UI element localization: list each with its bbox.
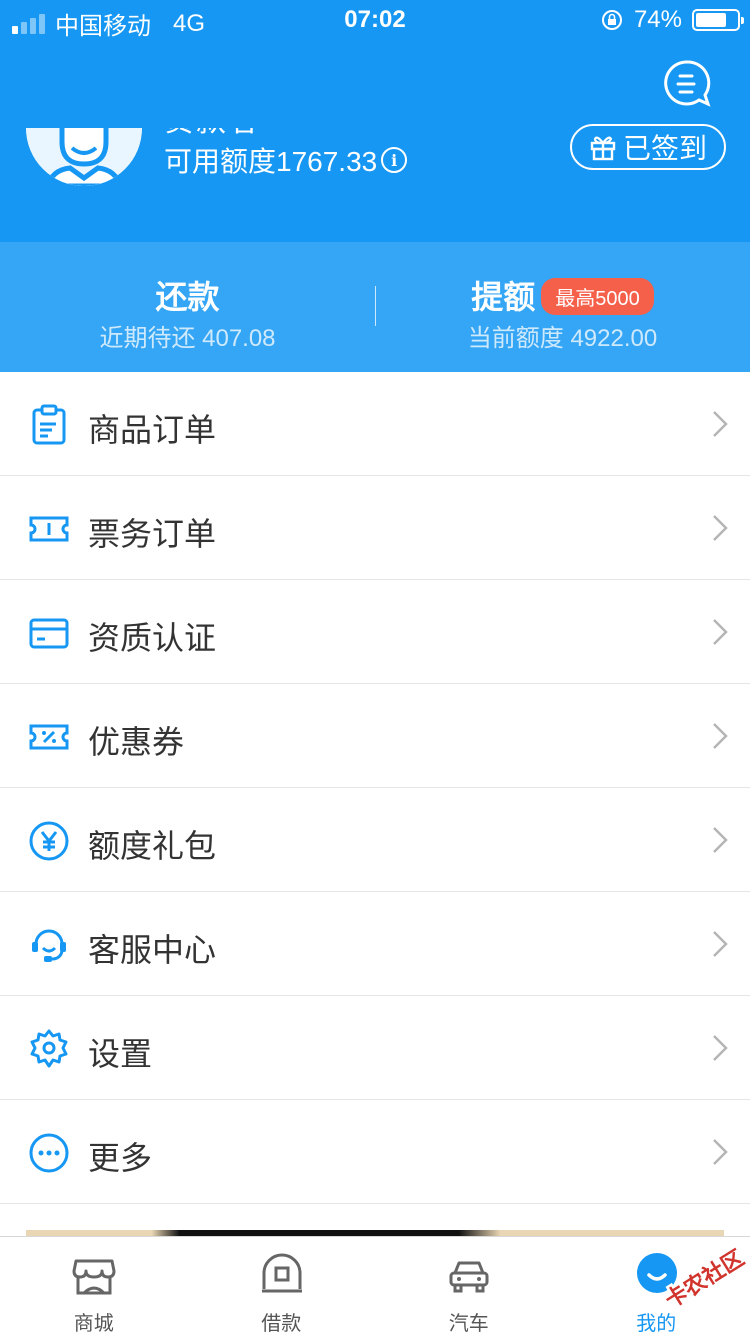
available-credit: 可用额度1767.33 i	[164, 140, 408, 180]
repay-subtitle: 近期待还 407.08	[99, 325, 276, 352]
store-icon	[72, 1259, 116, 1295]
avatar[interactable]	[26, 128, 142, 186]
watermark-text: 卡农社区	[660, 1245, 748, 1314]
menu-item-more[interactable]: 更多	[0, 1100, 750, 1204]
tab-label: 商城	[73, 1313, 114, 1334]
menu-list: 商品订单 票务订单 资质认证 优惠券 额度礼包 客服中心 设置 更多	[0, 372, 750, 1204]
tab-label: 借款	[261, 1313, 302, 1334]
info-icon[interactable]: i	[381, 147, 408, 173]
tab-loan[interactable]: 借款	[188, 1237, 376, 1334]
menu-item-label: 商品订单	[88, 412, 217, 448]
chevron-right-icon	[713, 1035, 728, 1061]
tab-mall[interactable]: 商城	[0, 1237, 188, 1334]
status-bar: 中国移动 4G 07:02 74%	[0, 0, 750, 40]
gear-icon	[30, 1029, 68, 1068]
raise-badge: 最高5000	[541, 278, 654, 316]
menu-item-label: 资质认证	[88, 620, 217, 656]
battery-icon	[692, 9, 744, 31]
chevron-right-icon	[713, 723, 728, 749]
chevron-right-icon	[713, 1139, 728, 1165]
menu-item-label: 额度礼包	[88, 828, 217, 864]
menu-item-label: 优惠券	[88, 724, 185, 760]
headset-icon	[32, 929, 66, 962]
clipboard-icon	[32, 404, 66, 445]
tab-car[interactable]: 汽车	[375, 1237, 563, 1334]
action-divider	[375, 286, 376, 326]
car-icon	[449, 1261, 489, 1293]
tab-label: 汽车	[448, 1313, 489, 1334]
watermark-logo: 卡农社区 卡农社区	[658, 1243, 750, 1314]
raise-title: 提额	[471, 279, 536, 315]
loan-icon	[261, 1253, 302, 1293]
chevron-right-icon	[713, 515, 728, 541]
battery-percent: 74%	[633, 6, 682, 33]
gift-icon	[590, 136, 616, 161]
menu-item-product-orders[interactable]: 商品订单	[0, 372, 750, 476]
menu-item-label: 设置	[88, 1036, 153, 1072]
username: 贷款者	[164, 105, 260, 138]
raise-limit-action[interactable]: 提额 最高5000 当前额度 4922.00	[375, 242, 750, 372]
chevron-right-icon	[713, 931, 728, 957]
yen-icon	[29, 821, 69, 861]
coupon-icon	[29, 724, 69, 750]
tab-bar: 商城 借款 汽车 我的	[0, 1236, 750, 1334]
menu-item-label: 客服中心	[88, 932, 217, 968]
chevron-right-icon	[713, 411, 728, 437]
menu-item-credit-package[interactable]: 额度礼包	[0, 788, 750, 892]
repay-action[interactable]: 还款 近期待还 407.08	[0, 242, 375, 372]
rotation-lock-icon	[601, 10, 622, 30]
chevron-right-icon	[713, 619, 728, 645]
menu-item-ticket-orders[interactable]: 票务订单	[0, 476, 750, 580]
ticket-icon	[29, 516, 69, 542]
more-icon	[29, 1133, 69, 1173]
chevron-right-icon	[713, 827, 728, 853]
repay-title: 还款	[155, 279, 220, 315]
raise-subtitle: 当前额度 4922.00	[467, 325, 658, 352]
menu-item-customer-service[interactable]: 客服中心	[0, 892, 750, 996]
available-credit-text: 可用额度1767.33	[164, 146, 378, 177]
profile-header: 中国移动 4G 07:02 74% 贷款者 可用额度1767.33 i 已签到	[0, 0, 750, 242]
signed-in-label: 已签到	[622, 133, 707, 164]
menu-item-settings[interactable]: 设置	[0, 996, 750, 1100]
raise-title-row: 提额 最高5000	[375, 272, 750, 318]
menu-item-coupons[interactable]: 优惠券	[0, 684, 750, 788]
menu-item-label: 票务订单	[88, 516, 217, 552]
signed-in-button[interactable]: 已签到	[570, 124, 726, 170]
menu-item-qualification[interactable]: 资质认证	[0, 580, 750, 684]
menu-item-label: 更多	[88, 1140, 153, 1176]
chat-bubble-icon[interactable]	[662, 58, 712, 110]
card-icon	[29, 618, 69, 649]
